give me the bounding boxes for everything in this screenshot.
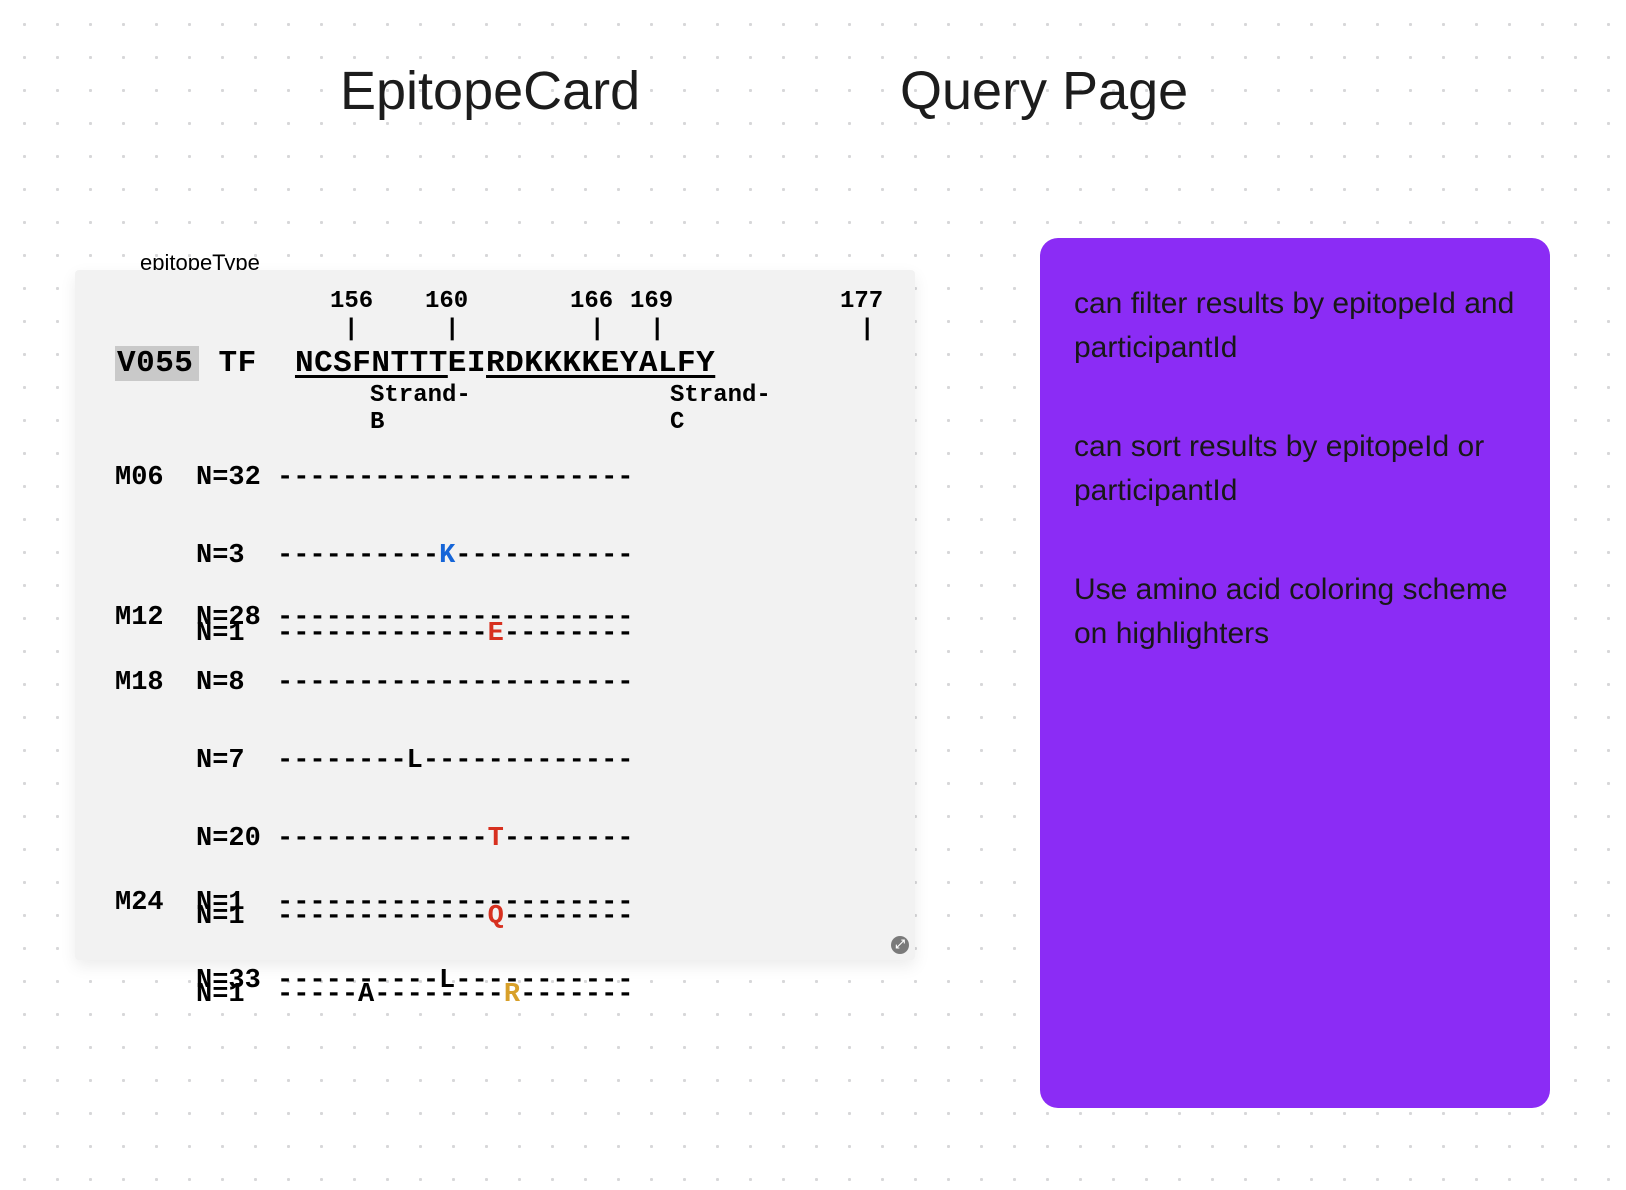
seq-row: --------L------------- [277, 746, 633, 776]
pos-label: 160 [425, 288, 468, 315]
pos-label: 177 [840, 288, 883, 315]
seq-row: ---------------------- [277, 668, 633, 698]
seq-row: ---------------------- [277, 463, 633, 493]
epitope-card-title: EpitopeCard [340, 60, 640, 122]
participant-badge: V055 [115, 346, 199, 381]
reference-row: V055 TF NCSFNTTTEIRDKKKKEYALFY [115, 346, 715, 381]
epitope-type-value: TF [219, 346, 257, 381]
epitope-card[interactable]: 156 160 166 169 177 | | | | | V055 TF NC… [75, 270, 915, 960]
pos-label: 169 [630, 288, 673, 315]
reference-sequence: NCSFNTTTEIRDKKKKEYALFY [295, 346, 715, 381]
expand-icon[interactable]: ⤢ [891, 936, 909, 954]
timepoint-block-m24: M24 N=1 ---------------------- N=33 ----… [115, 845, 634, 1079]
pos-label: 166 [570, 288, 613, 315]
seq-row: ---------------------- [277, 888, 633, 918]
sticky-note-line: Use amino acid coloring scheme on highli… [1074, 568, 1516, 655]
seq-row: ----------L----------- [277, 966, 633, 996]
sticky-note-line: can filter results by epitopeId and part… [1074, 282, 1516, 369]
strand-label: Strand-C [670, 382, 771, 436]
sticky-note-line: can sort results by epitopeId or partici… [1074, 425, 1516, 512]
timepoint-label: M24 [115, 888, 164, 918]
timepoint-label: M06 [115, 463, 164, 493]
query-page-title: Query Page [900, 60, 1188, 122]
timepoint-label: M18 [115, 668, 164, 698]
design-canvas[interactable]: EpitopeCard Query Page epitopeType Parti… [0, 0, 1626, 1190]
query-page-sticky[interactable]: can filter results by epitopeId and part… [1040, 238, 1550, 1108]
pos-label: 156 [330, 288, 373, 315]
